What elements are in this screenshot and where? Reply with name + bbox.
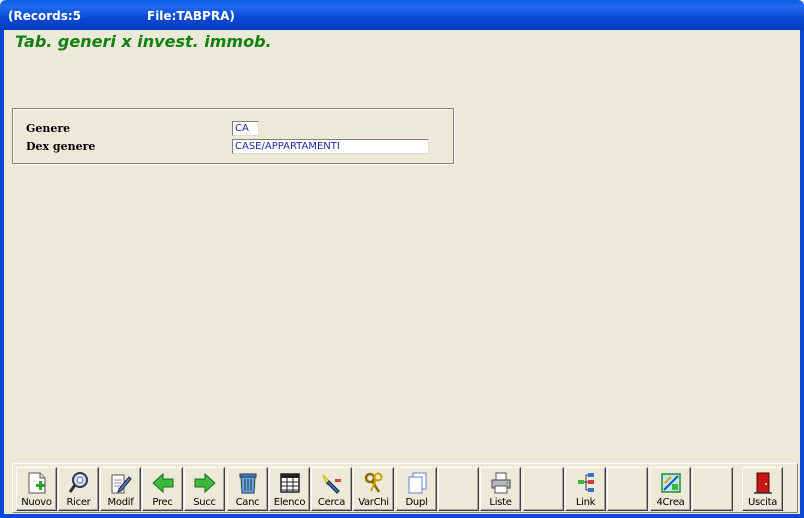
empty-button-3[interactable] (607, 467, 648, 511)
keys-icon (364, 472, 383, 493)
new-document-icon (28, 472, 46, 494)
arrow-right-icon (194, 472, 216, 494)
title-bar: (Records:5 File:TABPRA) (0, 0, 804, 30)
form-title: Tab. generi x invest. immob. (15, 32, 272, 51)
elenco-button[interactable]: Elenco (269, 467, 310, 511)
genere-field[interactable]: CA (232, 121, 259, 136)
4crea-label: 4Crea (656, 497, 685, 508)
uscita-label: Uscita (747, 497, 778, 508)
succ-label: Succ (193, 497, 216, 508)
liste-label: Liste (489, 497, 512, 508)
duplicate-icon (408, 472, 427, 494)
flashlight-icon (322, 474, 341, 494)
magnifier-icon (68, 472, 88, 493)
tree-icon (578, 473, 594, 492)
modif-label: Modif (107, 497, 134, 508)
prec-label: Prec (152, 497, 173, 508)
file-name: File:TABPRA) (147, 9, 235, 23)
nuovo-label: Nuovo (21, 497, 52, 508)
canc-label: Canc (235, 497, 260, 508)
link-label: Link (575, 497, 596, 508)
toolbar: Nuovo Ricer Modif Prec Succ Canc Elenco … (12, 463, 798, 513)
empty-button-4[interactable] (692, 467, 733, 511)
varchi-button[interactable]: VarChi (353, 467, 394, 511)
dex-genere-field[interactable]: CASE/APPARTAMENTI (232, 139, 429, 154)
empty-button-1[interactable] (438, 467, 479, 511)
dex-genere-label: Dex genere (26, 140, 96, 153)
exit-door-icon (754, 472, 772, 494)
cerca-label: Cerca (317, 497, 346, 508)
window-frame (0, 30, 804, 518)
dupl-label: Dupl (405, 497, 428, 508)
succ-button[interactable]: Succ (184, 467, 225, 511)
ricer-label: Ricer (66, 497, 91, 508)
canc-button[interactable]: Canc (227, 467, 268, 511)
fields-panel (12, 108, 454, 164)
arrow-left-icon (152, 472, 174, 494)
nuovo-button[interactable]: Nuovo (16, 467, 57, 511)
elenco-label: Elenco (273, 497, 306, 508)
records-count: (Records:5 (8, 9, 82, 23)
printer-icon (491, 472, 511, 494)
link-button[interactable]: Link (565, 467, 606, 511)
4crea-button[interactable]: 4Crea (650, 467, 691, 511)
edit-document-icon (111, 474, 132, 494)
prec-button[interactable]: Prec (142, 467, 183, 511)
dupl-button[interactable]: Dupl (396, 467, 437, 511)
trash-icon (239, 473, 257, 494)
liste-button[interactable]: Liste (480, 467, 521, 511)
empty-button-2[interactable] (523, 467, 564, 511)
cerca-button[interactable]: Cerca (311, 467, 352, 511)
genere-label: Genere (26, 122, 71, 135)
varchi-label: VarChi (358, 497, 389, 508)
builder-icon (661, 473, 681, 493)
ricer-button[interactable]: Ricer (58, 467, 99, 511)
table-icon (280, 473, 300, 493)
modif-button[interactable]: Modif (100, 467, 141, 511)
uscita-button[interactable]: Uscita (742, 467, 783, 511)
